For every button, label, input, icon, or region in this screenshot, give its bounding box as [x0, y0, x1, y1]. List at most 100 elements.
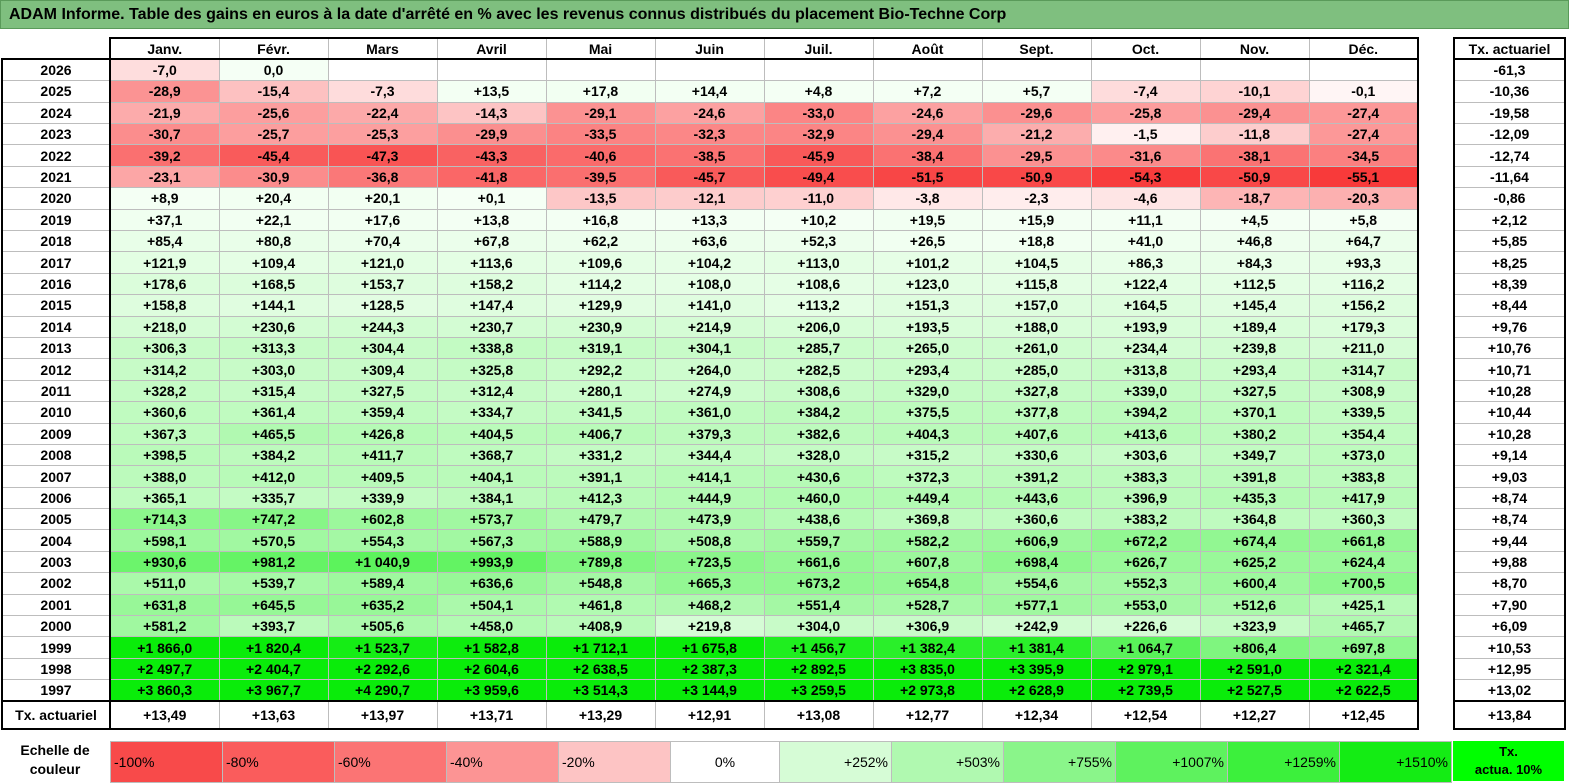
gain-cell: -30,9	[218, 165, 329, 189]
tx-actuariel-cell: +13,63	[218, 700, 329, 731]
year-label: 2015	[1, 294, 111, 317]
month-header-10: Nov.	[1199, 36, 1310, 61]
gain-cell: -33,0	[763, 101, 874, 125]
rate-row: +8,74	[1453, 486, 1566, 510]
month-header-3: Avril	[436, 36, 547, 61]
gain-cell: +548,8	[545, 572, 656, 595]
gain-cell: +636,6	[436, 572, 547, 595]
gain-cell: +508,8	[654, 529, 765, 552]
gain-cell: +600,4	[1199, 572, 1310, 595]
gain-cell: +384,2	[218, 443, 329, 467]
gain-cell: -7,3	[327, 80, 438, 103]
year-label: 2020	[1, 187, 111, 210]
gain-cell: +411,7	[327, 443, 438, 467]
table-row: 2000 +581,2 +393,7 +505,6 +458,0 +408,9 +219,8…	[1, 615, 1419, 638]
table-row: 2005 +714,3 +747,2 +602,8 +573,7 +479,7 +473,9…	[1, 508, 1419, 531]
gain-cell: +700,5	[1308, 572, 1419, 595]
gain-cell: +293,4	[1199, 358, 1310, 381]
gain-cell: +293,4	[872, 358, 983, 381]
gain-cell: +2 622,5	[1308, 679, 1419, 702]
gain-cell: +413,6	[1090, 422, 1201, 445]
gain-cell: +17,6	[327, 208, 438, 232]
gain-cell: +84,3	[1199, 251, 1310, 274]
month-header-9: Oct.	[1090, 36, 1201, 61]
year-label: 2018	[1, 230, 111, 253]
gain-cell: +303,0	[218, 358, 329, 381]
gain-cell: +384,1	[436, 486, 547, 510]
gain-cell: +379,3	[654, 422, 765, 445]
table-row: 2014 +218,0 +230,6 +244,3 +230,7 +230,9 +214,9…	[1, 315, 1419, 338]
tx-actuariel-cell: +13,08	[763, 700, 874, 731]
gain-cell: +15,9	[981, 208, 1092, 232]
gain-cell: +1 866,0	[109, 636, 220, 659]
gain-cell: +108,6	[763, 272, 874, 296]
table-row: 2010 +360,6 +361,4 +359,4 +334,7 +341,5 +361,0…	[1, 401, 1419, 424]
gain-cell: +1 675,8	[654, 636, 765, 659]
gain-cell: -23,1	[109, 165, 220, 189]
gain-cell: +0,1	[436, 187, 547, 210]
gain-cell: +407,6	[981, 422, 1092, 445]
gain-cell: +13,5	[436, 80, 547, 103]
gain-cell: +368,7	[436, 443, 547, 467]
gain-cell: -50,9	[1199, 165, 1310, 189]
gain-cell: +327,8	[981, 379, 1092, 403]
gain-cell: +2 628,9	[981, 679, 1092, 702]
rate-row: +10,71	[1453, 358, 1566, 381]
table-row: 2024 -21,9 -25,6 -22,4 -14,3 -29,1 -24,6 -33,0-…	[1, 101, 1419, 125]
rate-cell: -10,36	[1453, 80, 1566, 103]
gain-cell: +46,8	[1199, 230, 1310, 253]
gain-cell: +559,7	[763, 529, 874, 552]
gain-cell: +553,0	[1090, 593, 1201, 617]
gain-cell: +607,8	[872, 550, 983, 574]
gain-cell: -29,5	[981, 144, 1092, 167]
gain-cell: +406,7	[545, 422, 656, 445]
gain-cell: -22,4	[327, 101, 438, 125]
gain-cell: +285,0	[981, 358, 1092, 381]
gain-cell: +85,4	[109, 230, 220, 253]
gain-cell: +391,1	[545, 465, 656, 488]
color-scale-swatch: +1007%	[1115, 741, 1228, 783]
rate-cell: +10,53	[1453, 636, 1566, 659]
color-scale-label-line2: couleur	[29, 761, 81, 777]
tx-actuariel-label: Tx. actuariel	[1, 700, 111, 731]
table-row: 2022 -39,2 -45,4 -47,3 -43,3 -40,6 -38,5 -45,9-…	[1, 144, 1419, 167]
rate-row: +10,76	[1453, 336, 1566, 360]
gain-cell: -38,5	[654, 144, 765, 167]
gain-cell: +67,8	[436, 230, 547, 253]
gain-cell: -32,9	[763, 123, 874, 146]
gain-cell: +460,0	[763, 486, 874, 510]
gain-cell: -25,8	[1090, 101, 1201, 125]
gain-cell: +158,8	[109, 294, 220, 317]
gain-cell: +26,5	[872, 230, 983, 253]
gain-cell: +582,2	[872, 529, 983, 552]
gain-cell	[545, 58, 656, 82]
table-row: 2026 -7,0 0,0	[1, 58, 1419, 82]
table-row: 2015 +158,8 +144,1 +128,5 +147,4 +129,9 +141,0…	[1, 294, 1419, 317]
gain-cell: -27,4	[1308, 123, 1419, 146]
gain-cell: +396,9	[1090, 486, 1201, 510]
gain-cell: +141,0	[654, 294, 765, 317]
gain-cell: +5,7	[981, 80, 1092, 103]
table-row: 2003 +930,6 +981,2 +1 040,9 +993,9 +789,8 +723…	[1, 550, 1419, 574]
rate-row: +7,90	[1453, 593, 1566, 617]
rate-cell: +8,70	[1453, 572, 1566, 595]
gain-cell: +242,9	[981, 615, 1092, 638]
gain-cell: +631,8	[109, 593, 220, 617]
gain-cell: +41,0	[1090, 230, 1201, 253]
gain-cell: +375,5	[872, 401, 983, 424]
gain-cell: +109,6	[545, 251, 656, 274]
gain-cell: -30,7	[109, 123, 220, 146]
gain-cell: +219,8	[654, 615, 765, 638]
gain-cell: +412,3	[545, 486, 656, 510]
gain-cell: +70,4	[327, 230, 438, 253]
gain-cell: +308,9	[1308, 379, 1419, 403]
color-scale-swatch: -40%	[446, 741, 559, 783]
gain-cell: +567,3	[436, 529, 547, 552]
gain-cell: -12,1	[654, 187, 765, 210]
gain-cell: +409,5	[327, 465, 438, 488]
gain-cell: +327,5	[327, 379, 438, 403]
gain-cell: +479,7	[545, 508, 656, 531]
gain-cell: +20,4	[218, 187, 329, 210]
rate-cell: +9,03	[1453, 465, 1566, 488]
gain-cell: -40,6	[545, 144, 656, 167]
